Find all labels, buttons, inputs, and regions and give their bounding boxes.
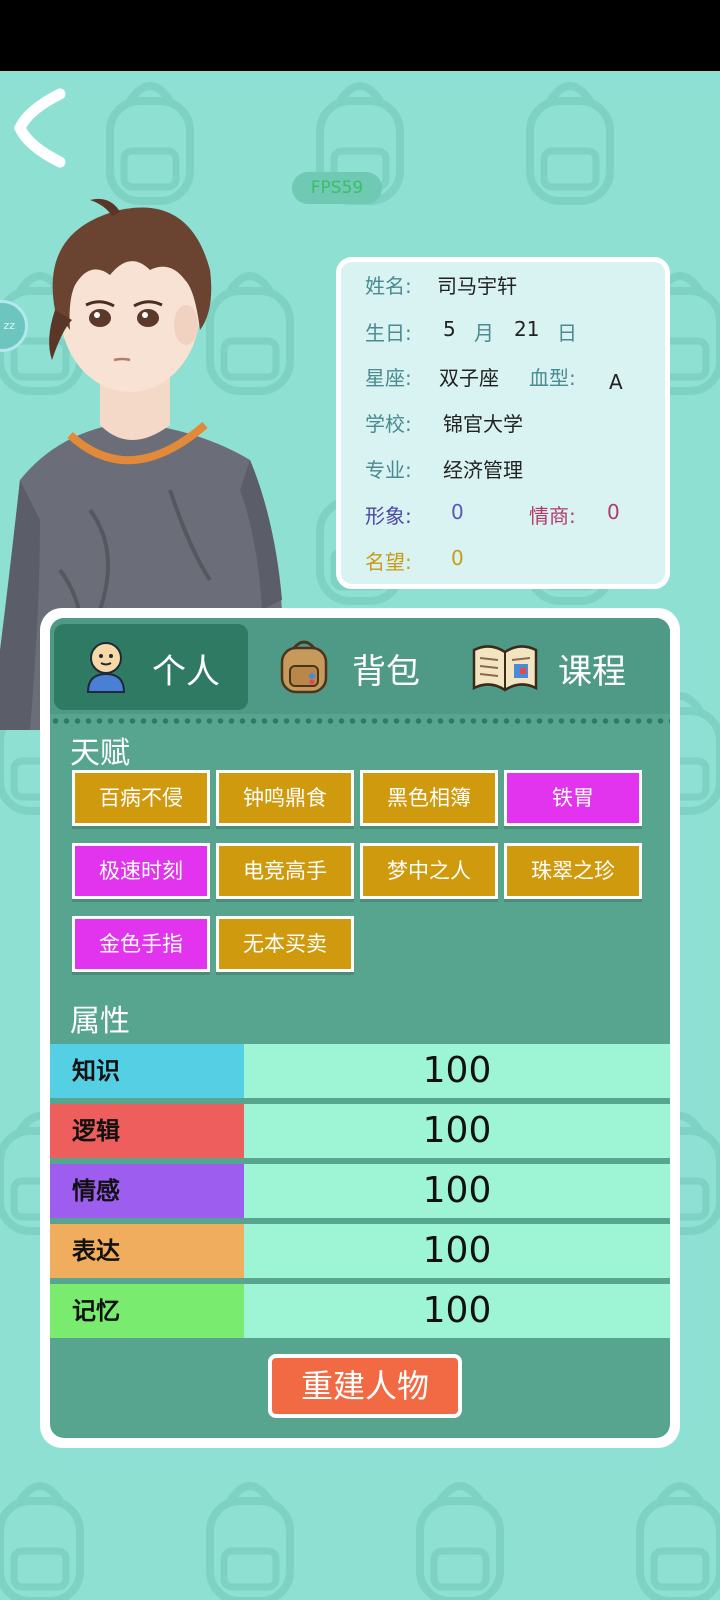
blood-label: 血型:: [529, 366, 576, 390]
talent-tag[interactable]: 金色手指: [72, 916, 210, 972]
talent-tag[interactable]: 黑色相簿: [360, 770, 498, 826]
tab-courses[interactable]: 课程: [468, 624, 668, 710]
attribute-label: 表达: [50, 1224, 244, 1278]
month-unit: 月: [474, 321, 494, 345]
zodiac-label: 星座:: [365, 366, 412, 390]
character-panel: 个人 背包 课程 天赋 百病不侵 钟鸣鼎食 黑色相簿 铁胃 极速时刻 电竞高手 …: [40, 608, 680, 1448]
eq-value: 0: [607, 500, 620, 524]
attribute-label: 知识: [50, 1044, 244, 1098]
birth-day: 21: [514, 317, 540, 341]
image-label: 形象:: [365, 504, 412, 528]
school-value: 锦官大学: [443, 412, 523, 436]
eq-label: 情商:: [529, 504, 576, 528]
day-unit: 日: [557, 321, 577, 345]
talent-tag[interactable]: 铁胃: [504, 770, 642, 826]
back-button[interactable]: [8, 86, 78, 170]
chevron-left-icon: [13, 88, 66, 168]
attribute-label: 逻辑: [50, 1104, 244, 1158]
attribute-label: 记忆: [50, 1284, 244, 1338]
attributes-title: 属性: [70, 1004, 130, 1039]
fps-counter: FPS59: [292, 172, 382, 204]
panel-content: 个人 背包 课程 天赋 百病不侵 钟鸣鼎食 黑色相簿 铁胃 极速时刻 电竞高手 …: [50, 618, 670, 1438]
name-label: 姓名:: [365, 274, 412, 298]
tab-personal[interactable]: 个人: [54, 624, 248, 710]
talent-tag[interactable]: 电竞高手: [216, 843, 354, 899]
image-value: 0: [451, 500, 464, 524]
talent-tag[interactable]: 百病不侵: [72, 770, 210, 826]
talents-title: 天赋: [70, 736, 130, 771]
school-label: 学校:: [365, 412, 412, 436]
profile-card: 姓名: 司马宇轩 生日: 5 月 21 日 星座: 双子座 血型: A 学校: …: [336, 257, 670, 589]
rebuild-character-button[interactable]: 重建人物: [268, 1354, 462, 1418]
attribute-row: 表达 100: [50, 1224, 670, 1278]
talent-tag[interactable]: 钟鸣鼎食: [216, 770, 354, 826]
tab-backpack[interactable]: 背包: [272, 624, 452, 710]
blood-value: A: [609, 370, 623, 394]
major-label: 专业:: [365, 458, 412, 482]
book-icon: [472, 645, 538, 692]
attribute-value: 100: [244, 1044, 670, 1098]
attribute-value: 100: [244, 1284, 670, 1338]
birthday-label: 生日:: [365, 321, 412, 345]
talent-tag[interactable]: 极速时刻: [72, 843, 210, 899]
attribute-row: 逻辑 100: [50, 1104, 670, 1158]
tab-personal-label: 个人: [152, 652, 220, 692]
person-icon: [86, 642, 126, 693]
attribute-row: 记忆 100: [50, 1284, 670, 1338]
talent-tag[interactable]: 无本买卖: [216, 916, 354, 972]
fame-label: 名望:: [365, 550, 412, 574]
attribute-label: 情感: [50, 1164, 244, 1218]
tab-courses-label: 课程: [558, 652, 626, 692]
attribute-row: 知识 100: [50, 1044, 670, 1098]
attribute-value: 100: [244, 1164, 670, 1218]
tab-bar: 个人 背包 课程: [50, 618, 670, 714]
tab-backpack-label: 背包: [352, 652, 420, 692]
name-value: 司马宇轩: [437, 274, 517, 298]
talent-tag[interactable]: 梦中之人: [360, 843, 498, 899]
attribute-value: 100: [244, 1224, 670, 1278]
talent-tag[interactable]: 珠翠之珍: [504, 843, 642, 899]
major-value: 经济管理: [443, 458, 523, 482]
zodiac-value: 双子座: [439, 366, 499, 390]
status-bar: [0, 0, 720, 71]
attribute-value: 100: [244, 1104, 670, 1158]
attribute-row: 情感 100: [50, 1164, 670, 1218]
fame-value: 0: [451, 546, 464, 570]
backpack-icon: [280, 640, 328, 694]
divider: [50, 718, 670, 724]
birth-month: 5: [443, 317, 456, 341]
